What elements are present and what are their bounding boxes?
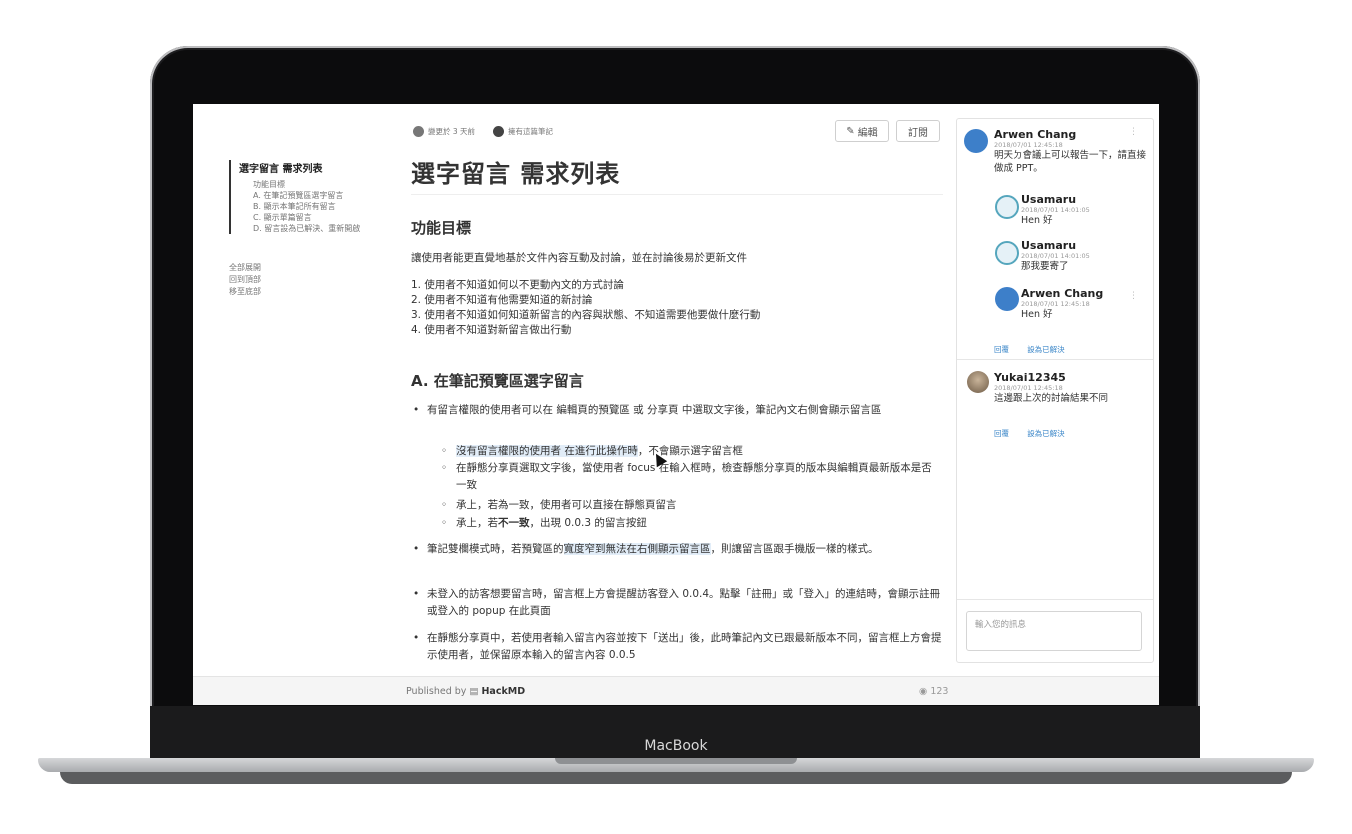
comment-author[interactable]: Usamaru — [1021, 239, 1090, 252]
bullet-text: 有留言權限的使用者可以在 編輯頁的預覽區 或 分享頁 中選取文字後，筆記內文右側… — [427, 404, 882, 416]
thread-actions: 回覆 設為已解決 — [994, 337, 1065, 356]
avatar — [995, 287, 1019, 311]
avatar — [995, 195, 1019, 219]
message-input[interactable]: 輸入您的訊息 — [966, 611, 1142, 651]
comment-body: 明天ㄉ會議上可以報告一下，請直接做成 PPT。 — [994, 150, 1147, 174]
base-notch — [555, 758, 797, 764]
heading-a: A. 在筆記預覽區選字留言 — [411, 372, 584, 390]
bullet-text: 筆記雙欄模式時，若預覽區的 — [427, 543, 564, 555]
pencil-icon: ✎ — [846, 125, 855, 137]
view-count: ◉ 123 — [919, 686, 948, 697]
comment: Yukai12345 2018/07/01 12:45:18 這邊跟上次的討論結… — [994, 371, 1149, 405]
resolve-link[interactable]: 設為已解決 — [1027, 429, 1065, 438]
comment-time: 2018/07/01 14:01:05 — [1021, 206, 1090, 214]
highlighted-text[interactable]: 沒有留言權限的使用者 在進行此操作時 — [456, 445, 638, 457]
comment: Arwen Chang 2018/07/01 12:45:18 明天ㄉ會議上可以… — [994, 128, 1149, 175]
comment-time: 2018/07/01 14:01:05 — [1021, 252, 1090, 260]
comment-author[interactable]: Arwen Chang — [994, 128, 1149, 141]
comment-body: 這邊跟上次的討論結果不同 — [994, 393, 1109, 404]
thread-actions: 回覆 設為已解決 — [994, 421, 1065, 440]
toc-item[interactable]: 功能目標 — [239, 179, 399, 190]
view-count-value: 123 — [930, 686, 949, 697]
edit-button[interactable]: ✎ 編輯 — [835, 120, 889, 142]
comment-author[interactable]: Yukai12345 — [994, 371, 1149, 384]
toc-item[interactable]: B. 顯示本筆記所有留言 — [239, 201, 399, 212]
comment: Usamaru 2018/07/01 14:01:05 Hen 好 — [1021, 193, 1090, 227]
avatar — [964, 129, 988, 153]
base-shadow — [60, 772, 1292, 784]
toc-item[interactable]: A. 在筆記預覽區選字留言 — [239, 190, 399, 201]
comment-author[interactable]: Usamaru — [1021, 193, 1090, 206]
highlighted-text[interactable]: 寬度窄到無法在右側顯示留言區 — [563, 543, 711, 555]
brand-link[interactable]: HackMD — [481, 686, 525, 697]
comments-panel: ⋮ Arwen Chang 2018/07/01 12:45:18 明天ㄉ會議上… — [956, 118, 1154, 663]
sub-bullet-text: 在靜態分享頁選取文字後，當使用者 focus 在輸入框時，檢查靜態分享頁的版本與… — [456, 462, 932, 491]
avatar — [995, 241, 1019, 265]
subscribe-button[interactable]: 訂閱 — [896, 120, 940, 142]
heading-goal: 功能目標 — [411, 219, 472, 237]
comment-time: 2018/07/01 12:45:18 — [994, 384, 1063, 392]
comment-body: 那我要寄了 — [1021, 261, 1069, 272]
sub-bullet-text: 承上，若為一致，使用者可以直接在靜態頁留言 — [456, 499, 677, 511]
screen: 選字留言 需求列表 功能目標 A. 在筆記預覽區選字留言 B. 顯示本筆記所有留… — [193, 104, 1159, 705]
eye-icon: ◉ — [919, 686, 928, 697]
avatar — [967, 371, 989, 393]
owner-avatar — [493, 126, 505, 137]
document-meta: 變更於 3 天前 擁有這篇筆記 — [413, 126, 553, 137]
toc-actions: 全部展開 回到頂部 移至底部 — [229, 262, 399, 298]
comment-body: Hen 好 — [1021, 215, 1053, 226]
comment-author[interactable]: Arwen Chang — [1021, 287, 1103, 300]
bullet-text: 在靜態分享頁中，若使用者輸入留言內容並按下「送出」後，此時筆記內文已跟最新版本不… — [427, 632, 942, 661]
goal-list-item: 1. 使用者不知道如何以不更動內文的方式討論 — [411, 279, 624, 291]
goal-list-item: 3. 使用者不知道如何知道新留言的內容與狀態、不知道需要他要做什麼行動 — [411, 309, 761, 321]
hackmd-logo-icon: ▤ — [469, 686, 479, 697]
goal-text: 讓使用者能更直覺地基於文件內容互動及討論，並在討論後易於更新文件 — [411, 252, 747, 264]
editor-avatar — [413, 126, 424, 137]
comment-body: Hen 好 — [1021, 309, 1053, 320]
bullet-text: ，則讓留言區跟手機版一樣的樣式。 — [710, 543, 879, 555]
goal-list: 1. 使用者不知道如何以不更動內文的方式討論 2. 使用者不知道有他需要知道的新… — [411, 278, 760, 338]
bullet-text: 未登入的訪客想要留言時，留言框上方會提醒訪客登入 0.0.4。點擊「註冊」或「登… — [427, 588, 941, 617]
owner-label: 擁有這篇筆記 — [508, 127, 554, 136]
toc-title[interactable]: 選字留言 需求列表 — [239, 160, 399, 175]
device-label: MacBook — [644, 738, 708, 754]
reply-link[interactable]: 回覆 — [994, 345, 1009, 354]
changed-time: 變更於 3 天前 — [428, 127, 476, 136]
expand-all-link[interactable]: 全部展開 — [229, 262, 399, 274]
back-to-top-link[interactable]: 回到頂部 — [229, 274, 399, 286]
footer: Published by ▤ HackMD ◉ 123 — [193, 676, 1159, 705]
page-title: 選字留言 需求列表 — [411, 160, 621, 188]
comment-time: 2018/07/01 12:45:18 — [994, 141, 1063, 149]
resolve-link[interactable]: 設為已解決 — [1027, 345, 1065, 354]
sub-bullet-text: ，出現 0.0.3 的留言按鈕 — [529, 517, 647, 529]
comment: Usamaru 2018/07/01 14:01:05 那我要寄了 — [1021, 239, 1090, 273]
toc-item[interactable]: C. 顯示單篇留言 — [239, 212, 399, 223]
toc-item[interactable]: D. 留言設為已解決、重新開啟 — [239, 223, 399, 234]
goal-list-item: 4. 使用者不知道對新留言做出行動 — [411, 324, 572, 336]
comment: Arwen Chang 2018/07/01 12:45:18 Hen 好 — [1021, 287, 1103, 321]
edit-button-label: 編輯 — [857, 127, 878, 139]
input-divider — [957, 599, 1153, 600]
go-to-bottom-link[interactable]: 移至底部 — [229, 286, 399, 298]
published-by: Published by ▤ HackMD — [406, 686, 526, 697]
thread-divider — [957, 359, 1153, 360]
reply-link[interactable]: 回覆 — [994, 429, 1009, 438]
title-divider — [411, 194, 943, 195]
sub-bullet-text: 承上，若 — [456, 517, 498, 529]
goal-list-item: 2. 使用者不知道有他需要知道的新討論 — [411, 294, 593, 306]
comment-time: 2018/07/01 12:45:18 — [1021, 300, 1090, 308]
toc-box: 選字留言 需求列表 功能目標 A. 在筆記預覽區選字留言 B. 顯示本筆記所有留… — [229, 160, 399, 234]
bold-text: 不一致 — [498, 517, 530, 529]
table-of-contents: 選字留言 需求列表 功能目標 A. 在筆記預覽區選字留言 B. 顯示本筆記所有留… — [229, 160, 399, 298]
more-icon[interactable]: ⋮ — [1129, 291, 1138, 301]
